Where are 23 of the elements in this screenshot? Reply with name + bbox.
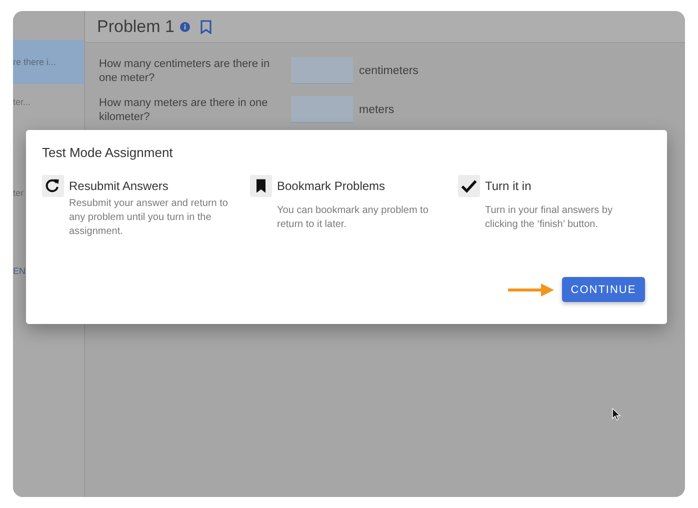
answer-field[interactable] [291,57,353,84]
feature-description: Turn in your final answers by clicking the ‘finish’ button. [485,204,614,232]
problem-list-item[interactable]: ter [13,186,24,200]
continue-button[interactable]: CONTINUE [562,277,645,302]
dialog-title: Test Mode Assignment [42,145,174,160]
feature-description: You can bookmark any problem to return to it later. [277,204,430,232]
question-text: How many meters are there in one kilometer? [99,96,269,124]
problem-list-item[interactable]: ter... [13,84,31,120]
feature-title: Resubmit Answers [69,178,170,195]
feature-title: Turn it in [485,178,532,195]
problem-list-item[interactable]: re there i... [13,40,84,84]
arrow-icon [508,282,554,296]
answer-field[interactable] [291,96,353,123]
unit-label: centimeters [359,64,420,76]
mouse-cursor-icon [612,408,621,421]
question-text: How many centimeters are there in one meter? [99,56,271,84]
problem-title: Problem 1 [97,16,174,36]
sidebar-link[interactable]: EN [13,266,26,276]
feature-description: Resubmit your answer and return to any problem until you turn in the assignment. [69,197,229,239]
info-icon [180,22,190,32]
unit-label: meters [359,104,396,116]
feature-title: Bookmark Problems [277,178,386,195]
bookmark-icon[interactable] [200,20,212,34]
